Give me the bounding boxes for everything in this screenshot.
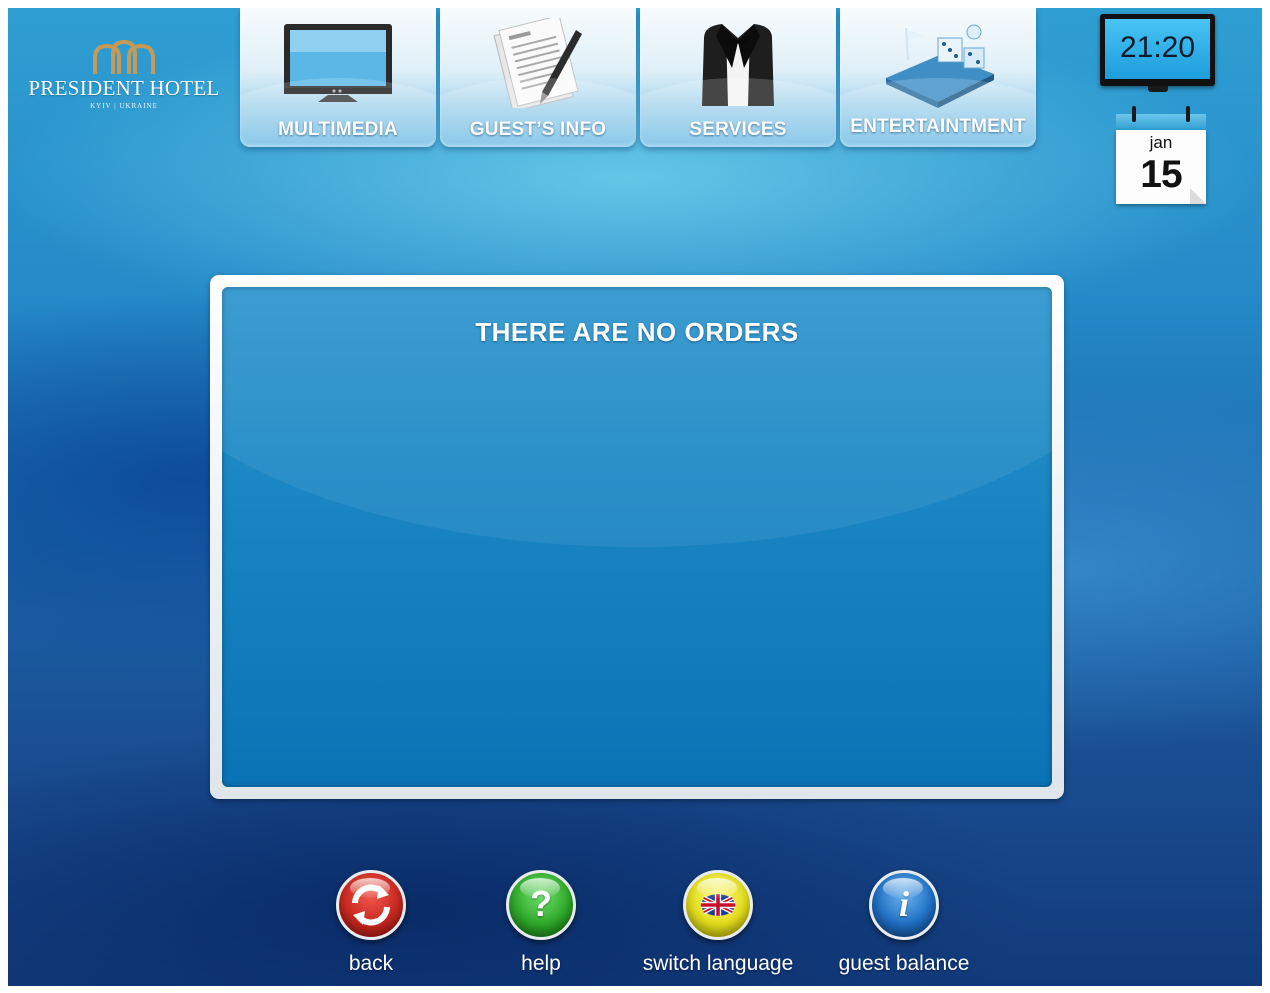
help-orb: ? <box>506 870 576 940</box>
language-orb <box>683 870 753 940</box>
tab-services[interactable]: SERVICES <box>640 8 836 147</box>
guest-balance-label: guest balance <box>838 952 970 975</box>
calendar-day: 15 <box>1140 153 1182 196</box>
guest-balance-button[interactable]: i guest balance <box>814 870 994 980</box>
switch-language-button[interactable]: switch language <box>628 870 808 980</box>
tab-entertainment[interactable]: ENTERTAINTMENT <box>840 8 1036 147</box>
calendar-month: jan <box>1149 133 1173 152</box>
tab-multimedia-label: MULTIMEDIA <box>278 119 398 140</box>
tab-entertainment-label: ENTERTAINTMENT <box>850 116 1026 137</box>
clock-widget: 21:20 <box>1100 14 1215 92</box>
kiosk-screen: PRESIDENT HOTEL KYIV | UKRAINE MULTIMEDI… <box>8 8 1262 986</box>
help-label: help <box>521 952 561 975</box>
calendar-header <box>1116 114 1206 130</box>
calendar-ring-icon <box>1132 106 1136 122</box>
orders-panel-content: THERE ARE NO ORDERS <box>222 287 1052 787</box>
calendar-ring-icon <box>1186 106 1190 122</box>
help-button[interactable]: ? help <box>451 870 631 980</box>
no-orders-message: THERE ARE NO ORDERS <box>475 317 799 347</box>
clock-stand <box>1148 86 1168 92</box>
tab-services-label: SERVICES <box>689 119 787 140</box>
clock-time: 21:20 <box>1105 19 1210 79</box>
tv-icon <box>284 24 392 102</box>
question-mark-icon: ? <box>530 883 552 924</box>
document-pen-icon <box>493 18 582 108</box>
orders-panel: THERE ARE NO ORDERS <box>210 275 1064 799</box>
hotel-logo: PRESIDENT HOTEL KYIV | UKRAINE <box>18 40 230 110</box>
tuxedo-icon <box>702 24 774 106</box>
tab-guests-info-label: GUEST’S INFO <box>469 119 607 140</box>
calendar-widget: jan 15 <box>1116 106 1206 204</box>
back-orb <box>336 870 406 940</box>
switch-language-label: switch language <box>642 952 794 975</box>
casino-icon <box>886 24 994 108</box>
back-label: back <box>348 952 394 975</box>
tab-multimedia[interactable]: MULTIMEDIA <box>240 8 436 147</box>
balance-orb: i <box>869 870 939 940</box>
hotel-name: PRESIDENT HOTEL <box>28 76 220 100</box>
back-button[interactable]: back <box>281 870 461 980</box>
info-icon: i <box>898 884 909 924</box>
uk-flag-icon <box>700 894 736 916</box>
hotel-arches-icon <box>93 40 155 74</box>
refresh-arrows-icon <box>352 884 390 926</box>
hotel-location: KYIV | UKRAINE <box>90 102 158 110</box>
tab-guests-info[interactable]: GUEST’S INFO <box>440 8 636 147</box>
